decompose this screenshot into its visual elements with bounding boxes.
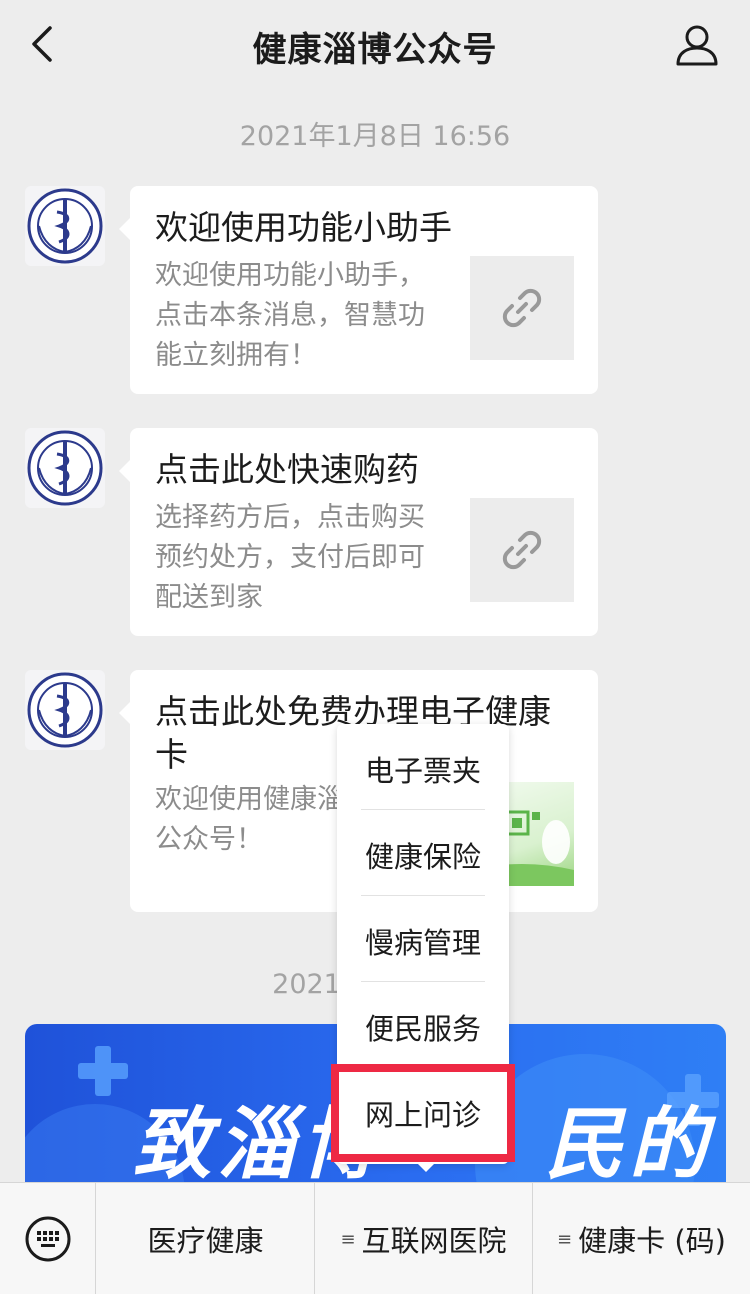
divider: [361, 809, 485, 810]
menu-item-label: 互联网医院: [361, 1224, 507, 1258]
description-line: 欢迎使用功能小助手，: [155, 260, 425, 291]
message-card[interactable]: 点击此处快速购药 选择药方后，点击购买 预约处方，支付后即可 配送到家: [119, 428, 598, 636]
profile-button[interactable]: [674, 22, 720, 68]
message-title: 点击此处快速购药: [155, 450, 419, 489]
divider: [361, 895, 485, 896]
avatar[interactable]: [25, 428, 105, 508]
menu-item-label: 健康卡 (码): [578, 1224, 726, 1258]
submenu-item-convenience-service[interactable]: 便民服务: [337, 984, 509, 1070]
timestamp: 2021年1月8日 16:56: [239, 121, 511, 152]
description-line: 配送到家: [155, 582, 263, 613]
message-thumbnail: [470, 256, 574, 360]
highlight-box: [331, 1064, 515, 1162]
link-icon: [502, 530, 542, 570]
submenu-item-chronic-disease[interactable]: 慢病管理: [337, 898, 509, 984]
message-title: 欢迎使用功能小助手: [155, 208, 452, 247]
health-commission-logo-icon: [27, 672, 103, 748]
keyboard-icon: [25, 1216, 70, 1262]
person-icon: [676, 25, 718, 66]
divider: [361, 981, 485, 982]
health-commission-logo-icon: [27, 430, 103, 506]
health-commission-logo-icon: [27, 188, 103, 264]
keyboard-toggle-button[interactable]: [0, 1183, 96, 1294]
message-card[interactable]: 欢迎使用功能小助手 欢迎使用功能小助手， 点击本条消息，智慧功 能立刻拥有！: [119, 186, 598, 394]
description-line: 选择药方后，点击购买: [155, 502, 425, 533]
submenu-item-health-insurance[interactable]: 健康保险: [337, 812, 509, 898]
menu-item-health-card[interactable]: ≡ 健康卡 (码): [533, 1183, 750, 1294]
submenu-indicator-icon: ≡: [340, 1228, 356, 1250]
page-title: 健康淄博公众号: [252, 30, 498, 70]
message-description: 欢迎使用功能小助手， 点击本条消息，智慧功 能立刻拥有！: [155, 256, 450, 376]
menu-item-medical-health[interactable]: 医疗健康: [97, 1183, 315, 1294]
banner-headline-right: 民的: [545, 1100, 714, 1190]
description-line: 能立刻拥有！: [155, 340, 317, 371]
avatar[interactable]: [25, 670, 105, 750]
submenu-indicator-icon: ≡: [557, 1228, 573, 1250]
link-icon: [502, 288, 542, 328]
message-thumbnail: [470, 498, 574, 602]
header-bar: 健康淄博公众号: [0, 0, 750, 88]
description-line: 点击本条消息，智慧功: [155, 300, 425, 331]
bottom-menu-bar: 医疗健康 ≡ 互联网医院 ≡ 健康卡 (码): [0, 1182, 750, 1294]
avatar[interactable]: [25, 186, 105, 266]
message-description: 选择药方后，点击购买 预约处方，支付后即可 配送到家: [155, 498, 450, 618]
description-line: 预约处方，支付后即可: [155, 542, 425, 573]
menu-item-label: 医疗健康: [147, 1224, 264, 1258]
submenu-item-e-ticket[interactable]: 电子票夹: [337, 726, 509, 812]
menu-item-internet-hospital[interactable]: ≡ 互联网医院: [315, 1183, 533, 1294]
